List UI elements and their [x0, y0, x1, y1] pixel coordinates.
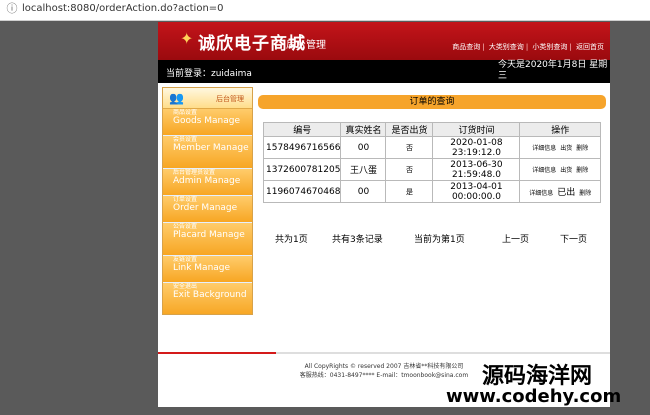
pager-total-records: 共有3条记录: [332, 235, 383, 245]
order-time: 2013-06-30 21:59:48.0: [432, 158, 521, 181]
detail-link[interactable]: 详细信息: [532, 167, 556, 174]
sidebar-item-goods[interactable]: 商品设置 Goods Manage: [163, 109, 252, 136]
detail-link[interactable]: 详细信息: [529, 190, 553, 197]
sidebar-item-placard[interactable]: 公告设置 Placard Manage: [163, 223, 252, 256]
col-date: 订货时间: [432, 122, 521, 137]
sidebar-item-exit[interactable]: 安全退出 Exit Background: [163, 283, 252, 314]
col-shipped: 是否出货: [385, 122, 434, 137]
sidebar-item-link[interactable]: 友链设置 Link Manage: [163, 256, 252, 283]
header-banner: ✦ 诚欣电子商城 后台管理 商品查询 | 大类别查询 | 小类别查询 | 返回首页: [158, 22, 610, 60]
sidebar-item-en[interactable]: Member Manage: [173, 143, 251, 154]
page-info-icon[interactable]: ⓘ: [6, 3, 18, 15]
sidebar-header: 👥 后台管理: [163, 88, 252, 109]
nav-separator: |: [482, 43, 485, 51]
nav-separator: |: [525, 43, 529, 51]
col-ops: 操作: [519, 122, 601, 137]
logo-icon: ✦: [180, 29, 194, 48]
order-ops: 详细信息 已出 删除: [519, 180, 601, 203]
order-shipped: 否: [385, 158, 434, 181]
user-bar: 当前登录：zuidaima 今天是2020年1月8日 星期三: [158, 60, 610, 83]
table-row: 1196074670468 00 是 2013-04-01 00:00:00.0 …: [262, 180, 601, 203]
sidebar-item-order[interactable]: 订单设置 Order Manage: [163, 196, 252, 223]
col-id: 编号: [262, 122, 342, 137]
order-date: 2020-01-08: [450, 137, 503, 148]
ship-link[interactable]: 出货: [560, 167, 572, 174]
order-clock: 00:00:00.0: [451, 191, 501, 202]
address-url[interactable]: localhost:8080/orderAction.do?action=0: [22, 3, 224, 14]
col-name: 真实姓名: [340, 122, 387, 137]
today-date: 今天是2020年1月8日 星期三: [498, 60, 608, 81]
sidebar-item-en[interactable]: Order Manage: [173, 203, 251, 214]
sidebar-item-admin[interactable]: 后台管理员设置 Admin Manage: [163, 169, 252, 196]
order-date: 2013-04-01: [450, 181, 503, 192]
sidebar-title: 后台管理: [216, 95, 244, 103]
shipped-status: 已出: [557, 188, 576, 198]
main-content: 订单的查询 编号 真实姓名 是否出货 订货时间 操作 1578496716566…: [258, 95, 606, 245]
table-header-row: 编号 真实姓名 是否出货 订货时间 操作: [262, 122, 601, 137]
footer-divider: [158, 352, 610, 354]
footer-divider-gray: [276, 352, 610, 354]
order-clock: 21:59:48.0: [451, 169, 501, 180]
table-row: 1372600781205 王八蛋 否 2013-06-30 21:59:48.0…: [262, 158, 601, 181]
sidebar-item-en[interactable]: Link Manage: [173, 263, 251, 274]
sidebar-item-en[interactable]: Admin Manage: [173, 176, 251, 187]
order-ops: 详细信息 出货 删除: [519, 136, 601, 159]
sidebar-item-member[interactable]: 会员设置 Member Manage: [163, 136, 252, 169]
nav-goods-query[interactable]: 商品查询: [452, 43, 480, 51]
order-id: 1578496716566: [262, 136, 342, 159]
sidebar: 👥 后台管理 商品设置 Goods Manage 会员设置 Member Man…: [162, 87, 253, 315]
watermark-url: www.codehy.com: [446, 386, 622, 407]
orders-table: 编号 真实姓名 是否出货 订货时间 操作 1578496716566 00 否 …: [262, 122, 601, 203]
order-name: 00: [340, 180, 387, 203]
nav-home[interactable]: 返回首页: [576, 43, 604, 51]
logo-subtitle: 后台管理: [286, 40, 326, 51]
pager-total-pages: 共为1页: [275, 235, 308, 245]
detail-link[interactable]: 详细信息: [532, 145, 556, 152]
sidebar-item-en[interactable]: Exit Background: [173, 290, 251, 301]
order-name: 王八蛋: [340, 158, 387, 181]
top-nav: 商品查询 | 大类别查询 | 小类别查询 | 返回首页: [450, 42, 604, 52]
pager-current: 当前为第1页: [414, 235, 465, 245]
nav-category-query[interactable]: 大类别查询: [489, 43, 524, 51]
delete-link[interactable]: 删除: [576, 167, 588, 174]
table-row: 1578496716566 00 否 2020-01-08 23:19:12.0 …: [262, 136, 601, 159]
pager-prev[interactable]: 上一页: [502, 232, 529, 245]
admin-page: ✦ 诚欣电子商城 后台管理 商品查询 | 大类别查询 | 小类别查询 | 返回首页 当…: [158, 22, 610, 407]
nav-subcategory-query[interactable]: 小类别查询: [532, 43, 567, 51]
sidebar-item-en[interactable]: Goods Manage: [173, 116, 251, 127]
footer-divider-red: [158, 352, 276, 354]
delete-link[interactable]: 删除: [579, 190, 591, 197]
order-name: 00: [340, 136, 387, 159]
users-icon: 👥: [169, 91, 184, 105]
section-title: 订单的查询: [258, 95, 606, 109]
order-time: 2013-04-01 00:00:00.0: [432, 180, 521, 203]
order-date: 2013-06-30: [450, 159, 503, 170]
order-id: 1372600781205: [262, 158, 342, 181]
order-time: 2020-01-08 23:19:12.0: [432, 136, 521, 159]
order-ops: 详细信息 出货 删除: [519, 158, 601, 181]
order-shipped: 是: [385, 180, 434, 203]
pager-next[interactable]: 下一页: [560, 232, 587, 245]
browser-address-bar[interactable]: ⓘ localhost:8080/orderAction.do?action=0: [0, 0, 650, 21]
sidebar-item-en[interactable]: Placard Manage: [173, 230, 251, 241]
ship-link[interactable]: 出货: [560, 145, 572, 152]
delete-link[interactable]: 删除: [576, 145, 588, 152]
nav-separator: |: [569, 43, 572, 51]
order-clock: 23:19:12.0: [451, 147, 501, 158]
current-login: 当前登录：zuidaima: [166, 69, 252, 79]
order-id: 1196074670468: [262, 180, 342, 203]
order-shipped: 否: [385, 136, 434, 159]
